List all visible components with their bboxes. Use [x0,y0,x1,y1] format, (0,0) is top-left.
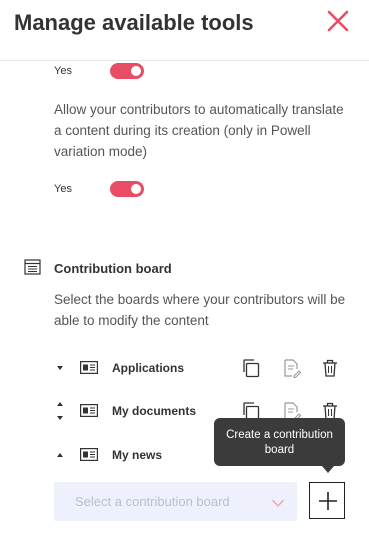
delete-icon[interactable] [319,357,341,379]
chevron-down-icon [271,495,285,513]
create-board-tooltip: Create a contribution board [214,418,345,466]
edit-icon[interactable] [280,357,302,379]
board-row: Applications [54,356,354,380]
board-name: My documents [112,404,197,418]
close-icon[interactable] [325,8,351,34]
duplicate-icon[interactable] [240,357,262,379]
board-icon [80,404,98,422]
plus-icon [319,492,337,510]
move-up-down-icon[interactable] [54,399,66,423]
toggle-row-2: Yes [54,181,144,197]
toggle-row-1: Yes [54,63,144,79]
select-placeholder: Select a contribution board [75,494,230,509]
tooltip-arrow [322,466,334,473]
translate-description: Allow your contributors to automatically… [54,102,344,159]
board-icon [80,361,98,379]
board-name: Applications [112,361,185,375]
move-up-icon[interactable] [54,443,66,467]
toggle-switch[interactable] [110,63,144,79]
dialog-title: Manage available tools [14,10,254,35]
contribution-board-description: Select the boards where your contributor… [54,292,346,328]
toggle-label: Yes [54,65,72,77]
add-board-button[interactable] [309,482,345,519]
dialog-header: Manage available tools [0,0,369,61]
board-name: My news [112,448,163,462]
move-down-icon[interactable] [54,356,66,380]
contribution-board-title: Contribution board [54,261,172,276]
board-icon [80,448,98,466]
board-section-icon [24,259,41,280]
toggle-switch[interactable] [110,181,144,197]
toggle-label: Yes [54,183,72,195]
contribution-board-select[interactable]: Select a contribution board [54,482,297,521]
